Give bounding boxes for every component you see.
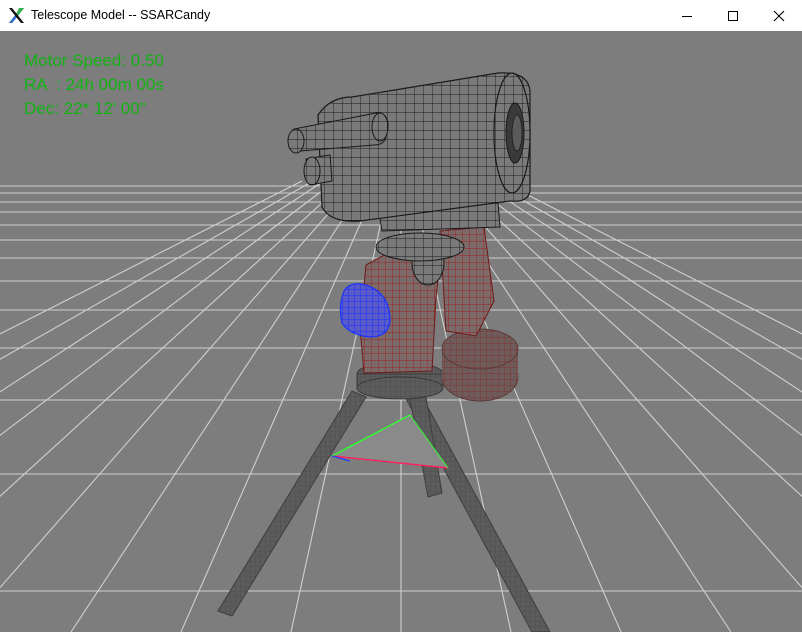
app-window: Telescope Model -- SSARCandy Motor Speed…	[0, 0, 802, 632]
tripod-legs	[217, 390, 551, 632]
gl-viewport[interactable]: Motor Speed: 0.50 RA : 24h 00m 00s Dec: …	[0, 31, 802, 632]
mount-base-disk	[441, 328, 519, 402]
ra-readout: RA : 24h 00m 00s	[24, 75, 164, 94]
window-title: Telescope Model -- SSARCandy	[31, 8, 211, 22]
minimize-button[interactable]	[664, 0, 710, 31]
eyepiece	[303, 154, 333, 186]
close-button[interactable]	[756, 0, 802, 31]
telescope-scene[interactable]	[0, 31, 802, 632]
title-bar[interactable]: Telescope Model -- SSARCandy	[0, 0, 802, 31]
close-icon	[773, 10, 785, 21]
dec-readout: Dec: 22* 12' 00"	[24, 99, 146, 118]
maximize-icon	[728, 10, 738, 21]
x-app-icon	[9, 8, 24, 23]
motor-speed-readout: Motor Speed: 0.50	[24, 51, 164, 70]
minimize-icon	[682, 15, 692, 17]
maximize-button[interactable]	[710, 0, 756, 31]
